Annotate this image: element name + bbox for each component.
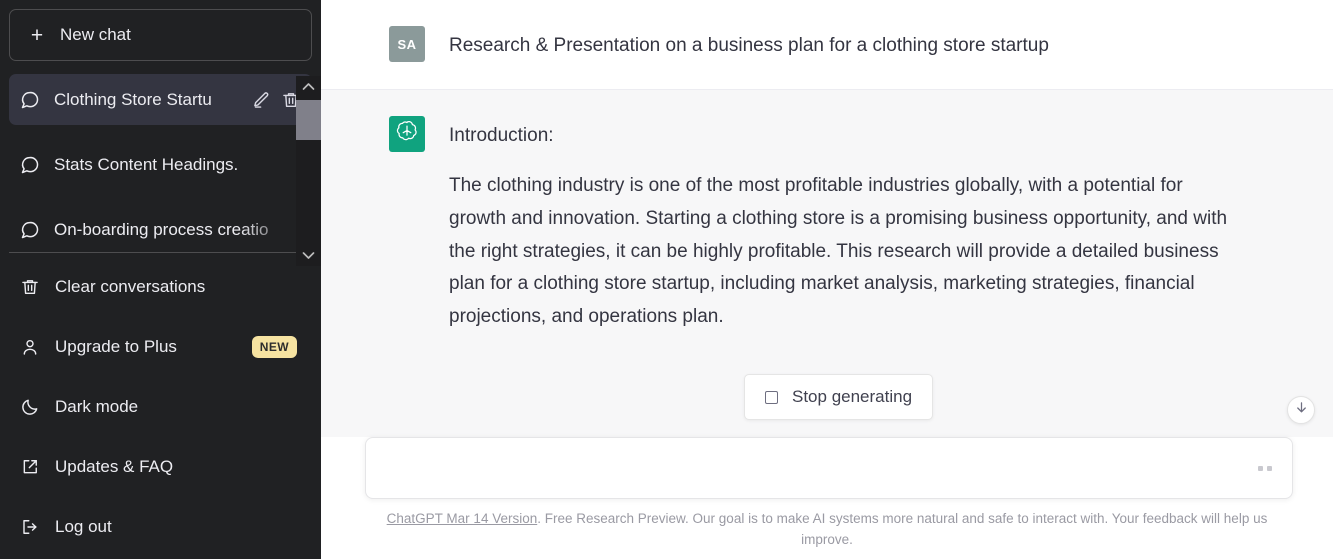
message-composer[interactable] bbox=[365, 437, 1293, 500]
sidebar-item-label: Updates & FAQ bbox=[55, 457, 174, 476]
chat-bubble-icon bbox=[20, 220, 40, 240]
new-badge: NEW bbox=[251, 336, 297, 358]
user-icon bbox=[20, 337, 40, 357]
sidebar-scrollbar[interactable] bbox=[296, 76, 321, 266]
sidebar-item-upgrade-to-plus[interactable]: Upgrade to Plus NEW bbox=[9, 317, 312, 377]
sidebar: + New chat Clothing Store Startu Stats C… bbox=[0, 0, 321, 559]
scroll-down-arrow[interactable] bbox=[302, 245, 315, 266]
plus-icon: + bbox=[30, 23, 44, 47]
user-message-text: Research & Presentation on a business pl… bbox=[449, 35, 1049, 56]
sidebar-chat-label: Clothing Store Startu bbox=[54, 89, 212, 109]
footer-rest-text: . Free Research Preview. Our goal is to … bbox=[537, 511, 1268, 548]
arrow-down-icon bbox=[1294, 400, 1309, 420]
sidebar-chat-label: On-boarding process creatio bbox=[54, 219, 269, 239]
openai-logo-icon bbox=[395, 119, 419, 148]
message-input[interactable] bbox=[386, 458, 1250, 479]
edit-icon[interactable] bbox=[251, 90, 271, 110]
sidebar-chat-label: Stats Content Headings. bbox=[54, 154, 239, 174]
chat-row-actions bbox=[251, 90, 301, 110]
sidebar-item-dark-mode[interactable]: Dark mode bbox=[9, 377, 312, 437]
external-link-icon bbox=[20, 457, 40, 477]
moon-icon bbox=[20, 397, 40, 417]
sidebar-item-updates-faq[interactable]: Updates & FAQ bbox=[9, 437, 312, 497]
trash-icon bbox=[20, 277, 40, 297]
scrollbar-thumb[interactable] bbox=[296, 100, 321, 140]
send-dots-icon[interactable] bbox=[1250, 465, 1272, 471]
sidebar-item-clear-conversations[interactable]: Clear conversations bbox=[9, 257, 312, 317]
version-link[interactable]: ChatGPT Mar 14 Version bbox=[387, 511, 538, 526]
avatar-user: SA bbox=[389, 26, 425, 62]
new-chat-container: + New chat bbox=[0, 0, 321, 61]
sidebar-item-log-out[interactable]: Log out bbox=[9, 497, 312, 557]
sidebar-item-label: Upgrade to Plus bbox=[55, 337, 177, 356]
composer-area: ChatGPT Mar 14 Version. Free Research Pr… bbox=[321, 437, 1333, 559]
user-message: SA Research & Presentation on a business… bbox=[321, 0, 1333, 89]
chat-main: SA Research & Presentation on a business… bbox=[321, 0, 1333, 559]
sidebar-chat-item-1[interactable]: Stats Content Headings. bbox=[9, 139, 312, 190]
chat-bubble-icon bbox=[20, 155, 40, 175]
conversation-list[interactable]: Clothing Store Startu Stats Content Head… bbox=[0, 74, 321, 246]
new-chat-label: New chat bbox=[60, 25, 131, 44]
new-chat-button[interactable]: + New chat bbox=[9, 9, 312, 61]
stop-square-icon bbox=[765, 390, 778, 404]
logout-icon bbox=[20, 517, 40, 537]
sidebar-item-label: Clear conversations bbox=[55, 277, 206, 296]
sidebar-divider bbox=[9, 252, 312, 253]
chatgpt-window: + New chat Clothing Store Startu Stats C… bbox=[0, 0, 1333, 559]
sidebar-item-label: Dark mode bbox=[55, 397, 139, 416]
chat-bubble-icon bbox=[20, 90, 40, 110]
footer-disclaimer: ChatGPT Mar 14 Version. Free Research Pr… bbox=[321, 509, 1333, 551]
assistant-heading: Introduction: bbox=[449, 124, 554, 146]
assistant-paragraph: The clothing industry is one of the most… bbox=[449, 175, 1228, 328]
stop-generating-label: Stop generating bbox=[792, 387, 913, 406]
sidebar-menu: Clear conversations Upgrade to Plus NEW bbox=[0, 257, 321, 557]
sidebar-item-label: Log out bbox=[55, 517, 112, 536]
avatar-assistant bbox=[389, 115, 425, 152]
stop-generating-button[interactable]: Stop generating bbox=[744, 374, 934, 420]
sidebar-chat-item-2[interactable]: On-boarding process creatio bbox=[9, 204, 312, 246]
sidebar-chat-item-0[interactable]: Clothing Store Startu bbox=[9, 74, 312, 125]
scroll-to-bottom-button[interactable] bbox=[1287, 396, 1315, 424]
scroll-up-arrow[interactable] bbox=[302, 76, 315, 97]
